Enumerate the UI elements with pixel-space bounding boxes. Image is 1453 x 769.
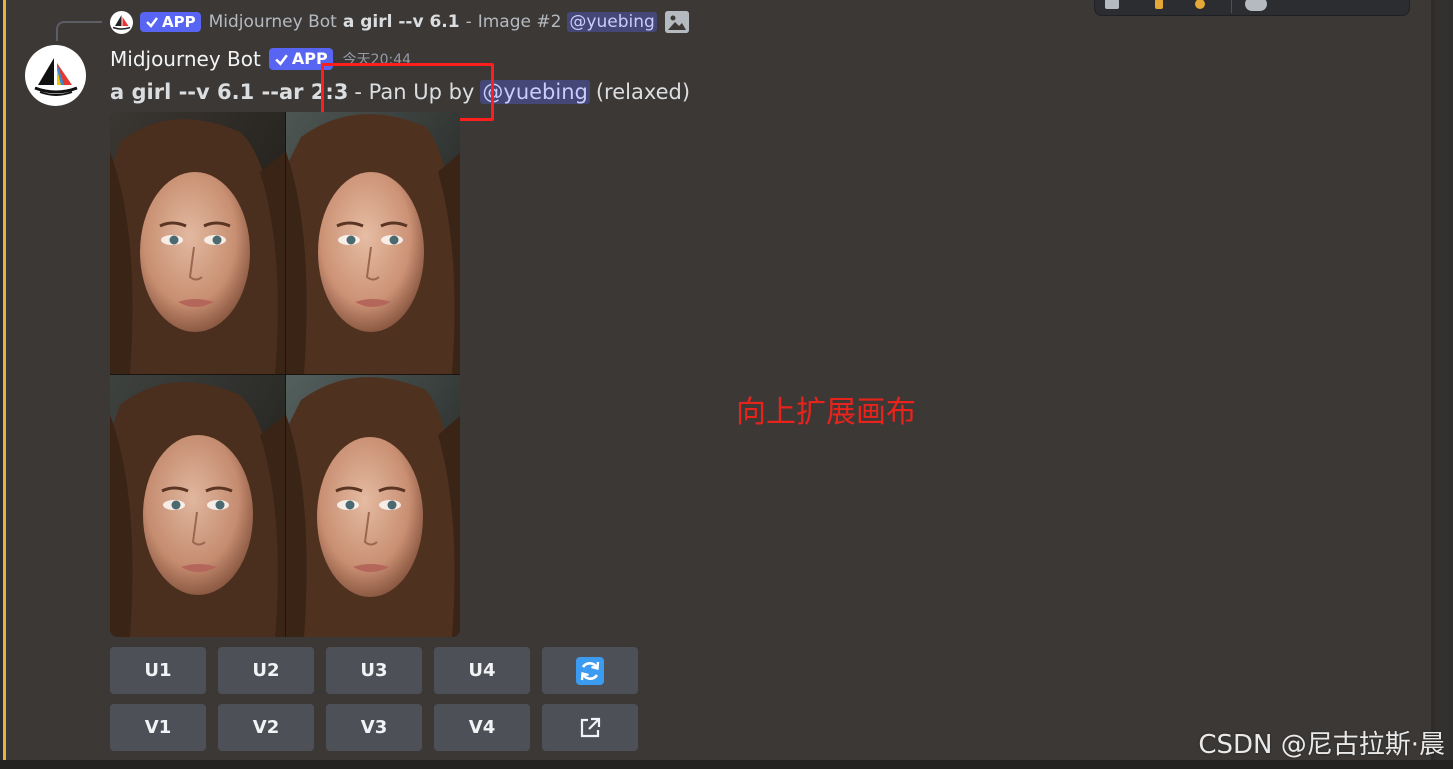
username[interactable]: Midjourney Bot — [110, 47, 261, 71]
reroll-button[interactable] — [542, 647, 638, 694]
upscale-2-button[interactable]: U2 — [218, 647, 314, 694]
reaction-icon[interactable] — [1155, 0, 1163, 9]
watermark: CSDN @尼古拉斯·晨 — [1198, 730, 1445, 760]
menu-icon[interactable] — [1105, 0, 1119, 9]
variation-2-button[interactable]: V2 — [218, 704, 314, 751]
message-hover-toolbar[interactable] — [1094, 0, 1410, 16]
grid-image-4[interactable] — [286, 375, 460, 637]
image-icon — [664, 11, 689, 33]
refresh-icon — [576, 656, 604, 685]
upscale-3-button[interactable]: U3 — [326, 647, 422, 694]
toolbar-divider — [1231, 0, 1232, 13]
grid-image-2[interactable] — [286, 112, 460, 374]
bot-avatar[interactable] — [25, 45, 86, 106]
reply-author[interactable]: Midjourney Bot — [209, 12, 337, 32]
variation-4-button[interactable]: V4 — [434, 704, 530, 751]
image-grid[interactable] — [110, 112, 460, 637]
app-badge: APP — [140, 12, 201, 32]
scrollbar-track[interactable] — [1435, 0, 1449, 769]
reply-separator: - — [465, 12, 472, 32]
upscale-1-button[interactable]: U1 — [110, 647, 206, 694]
upscale-4-button[interactable]: U4 — [434, 647, 530, 694]
window-bottom-edge — [0, 760, 1453, 769]
check-icon — [275, 53, 288, 66]
check-icon — [146, 17, 158, 28]
variation-3-button[interactable]: V3 — [326, 704, 422, 751]
reply-reference[interactable]: APP Midjourney Bot a girl --v 6.1 - Imag… — [110, 8, 689, 36]
variation-1-button[interactable]: V1 — [110, 704, 206, 751]
mention-highlight-bar — [3, 0, 6, 760]
reply-prompt: a girl --v 6.1 — [342, 12, 460, 32]
emoji-icon[interactable] — [1195, 0, 1205, 9]
open-web-button[interactable] — [542, 704, 638, 751]
scrollbar[interactable] — [1431, 0, 1453, 769]
app-badge-label: APP — [162, 13, 196, 31]
reply-suffix: Image #2 — [477, 12, 562, 32]
grid-image-1[interactable] — [110, 112, 285, 374]
reply-avatar — [110, 10, 133, 34]
mode-text: (relaxed) — [595, 80, 691, 104]
external-link-icon — [580, 717, 601, 737]
portrait-image — [110, 112, 285, 374]
message-prompt: a girl --v 6.1 --ar 2:3 — [110, 80, 349, 104]
reply-connector — [56, 21, 102, 41]
reply-mention[interactable]: @yuebing — [567, 12, 657, 32]
portrait-image — [286, 375, 460, 637]
portrait-image — [286, 112, 460, 374]
portrait-image — [110, 375, 285, 637]
more-icon[interactable] — [1245, 0, 1267, 11]
user-mention[interactable]: @yuebing — [480, 80, 590, 104]
annotation-text: 向上扩展画布 — [736, 395, 916, 430]
grid-image-3[interactable] — [110, 375, 285, 637]
